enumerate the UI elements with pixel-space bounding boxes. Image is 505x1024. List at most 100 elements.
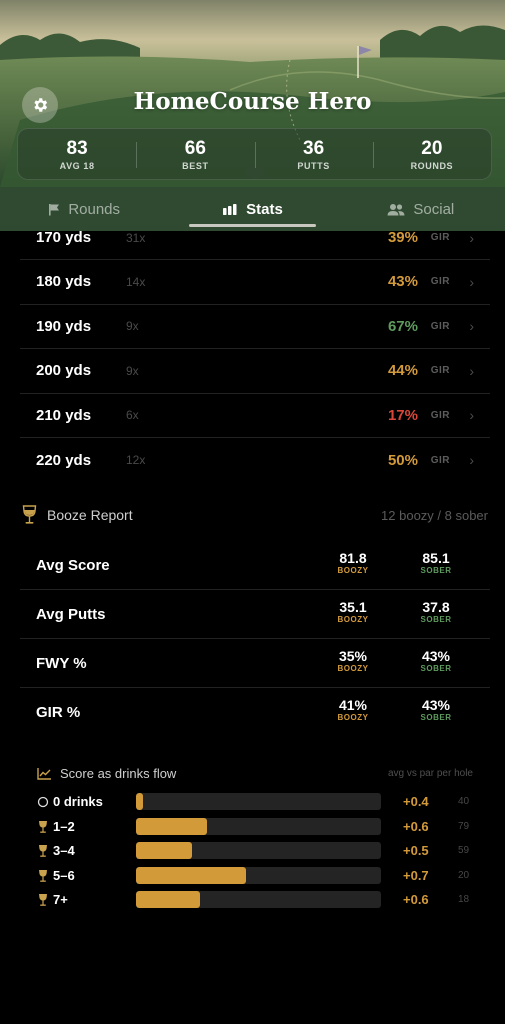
sober-column: 37.8 SOBER — [406, 599, 466, 625]
chevron-right-icon: › — [469, 229, 474, 246]
stat-value: 83 — [66, 137, 88, 159]
gir-label: GIR — [430, 276, 450, 288]
gir-percent: 44% — [387, 362, 418, 380]
distance-label: 180 yds — [36, 273, 92, 291]
chevron-right-icon: › — [469, 362, 474, 379]
gir-percent: 39% — [387, 229, 418, 246]
delta-value: +0.4 — [403, 794, 429, 809]
gir-percent: 50% — [387, 451, 418, 469]
sample-count: 18 — [458, 894, 470, 905]
wine-glass-icon — [39, 820, 47, 833]
booze-report-header: Booze Report 12 boozy / 8 sober — [22, 503, 488, 527]
sober-value: 37.8 — [422, 599, 450, 615]
boozy-tag: BOOZY — [337, 713, 369, 722]
tab-rounds[interactable]: Rounds — [0, 187, 168, 231]
sober-column: 43% SOBER — [406, 648, 466, 674]
stat-label: ROUNDS — [410, 160, 454, 171]
shot-count: 9x — [126, 319, 139, 334]
distance-label: 220 yds — [36, 451, 92, 469]
shot-count: 6x — [126, 408, 139, 423]
gir-percent: 17% — [387, 406, 418, 424]
stat-label: AVG 18 — [59, 160, 95, 171]
tab-social[interactable]: Social — [337, 187, 505, 231]
comparison-row: GIR % 41% BOOZY 43% SOBER — [20, 688, 490, 737]
sober-column: 85.1 SOBER — [406, 550, 466, 576]
boozy-value: 81.8 — [339, 550, 367, 566]
distance-row[interactable]: 210 yds 6x 17% GIR › — [20, 394, 490, 438]
delta-value: +0.7 — [403, 867, 429, 883]
metric-label: GIR % — [36, 704, 81, 721]
chevron-right-icon: › — [469, 407, 474, 424]
drinks-row: 1–2 +0.6 79 — [37, 817, 477, 843]
sober-value: 43% — [421, 697, 451, 713]
stat-label: PUTTS — [297, 160, 330, 171]
boozy-column: 81.8 BOOZY — [323, 550, 383, 576]
shot-count: 9x — [126, 363, 139, 378]
stat-avg18: 83 AVG 18 — [18, 129, 136, 179]
distance-label: 200 yds — [36, 362, 92, 380]
wine-glass-icon — [39, 894, 47, 906]
drinks-row: 3–4 +0.5 59 — [37, 842, 477, 867]
distance-row[interactable]: 190 yds 9x 67% GIR › — [20, 305, 490, 349]
sober-value: 85.1 — [422, 550, 450, 566]
chevron-right-icon: › — [469, 452, 474, 469]
distance-label: 190 yds — [36, 317, 92, 335]
stat-putts: 36 PUTTS — [254, 129, 373, 179]
distance-row[interactable]: 180 yds 14x 43% GIR › — [20, 260, 490, 305]
sample-count: 79 — [458, 820, 470, 832]
drinks-label: 1–2 — [53, 818, 75, 834]
bar-fill — [136, 866, 247, 884]
sample-count: 59 — [458, 845, 470, 856]
sober-tag: SOBER — [420, 713, 452, 722]
shot-count: 31x — [126, 230, 146, 245]
bar-track — [136, 842, 381, 859]
metric-label: FWY % — [36, 655, 87, 672]
approach-distance-list: 170 yds 31x 39% GIR › 180 yds 14x 43% GI… — [20, 216, 490, 483]
distance-row[interactable]: 220 yds 12x 50% GIR › — [20, 438, 490, 483]
drinks-row: 0 drinks +0.4 40 — [37, 793, 477, 818]
stat-label: BEST — [182, 160, 209, 171]
tab-stats[interactable]: Stats — [168, 187, 336, 231]
stat-best: 66 BEST — [136, 129, 254, 179]
bar-fill — [136, 817, 208, 835]
sober-column: 43% SOBER — [406, 697, 466, 723]
bar-track — [136, 891, 381, 908]
sober-tag: SOBER — [420, 566, 452, 575]
drinks-flow-header: Score as drinks flow avg vs par per hole — [37, 761, 473, 785]
tab-label: Rounds — [68, 200, 121, 218]
shot-count: 12x — [126, 453, 146, 468]
comparison-row: FWY % 35% BOOZY 43% SOBER — [20, 639, 490, 688]
bar-fill — [136, 842, 193, 859]
summary-stats-card: 83 AVG 18 66 BEST 36 PUTTS 20 ROUNDS — [17, 128, 492, 180]
booze-report-title: Booze Report — [47, 507, 133, 523]
drinks-flow-chart: 0 drinks +0.4 40 1–2 +0.6 79 3–4 +0.5 59 — [37, 793, 477, 916]
bar-fill — [136, 793, 144, 810]
delta-value: +0.5 — [403, 843, 429, 858]
gir-label: GIR — [430, 232, 450, 243]
chevron-right-icon: › — [469, 273, 474, 290]
stat-value: 20 — [421, 137, 443, 159]
metric-label: Avg Putts — [36, 606, 106, 623]
shot-count: 14x — [126, 274, 146, 289]
boozy-value: 41% — [338, 697, 368, 713]
wine-glass-icon — [39, 845, 47, 857]
comparison-row: Avg Putts 35.1 BOOZY 37.8 SOBER — [20, 590, 490, 639]
booze-report-meta: 12 boozy / 8 sober — [381, 507, 488, 523]
drinks-flow-title: Score as drinks flow — [60, 765, 177, 781]
tab-label: Social — [413, 200, 455, 218]
boozy-column: 41% BOOZY — [323, 697, 383, 723]
boozy-column: 35.1 BOOZY — [323, 599, 383, 625]
distance-label: 210 yds — [36, 406, 92, 424]
drinks-label: 3–4 — [53, 843, 75, 858]
tab-label: Stats — [246, 200, 283, 218]
people-icon — [387, 203, 405, 215]
drinks-label: 7+ — [53, 892, 68, 907]
sober-tag: SOBER — [420, 664, 452, 673]
sample-count: 40 — [458, 796, 470, 807]
stat-rounds: 20 ROUNDS — [372, 129, 491, 179]
sober-tag: SOBER — [420, 615, 452, 624]
gir-label: GIR — [430, 320, 450, 332]
booze-comparison-table: Avg Score 81.8 BOOZY 85.1 SOBER Avg Putt… — [20, 541, 490, 737]
boozy-value: 35.1 — [339, 599, 367, 615]
distance-row[interactable]: 200 yds 9x 44% GIR › — [20, 349, 490, 394]
